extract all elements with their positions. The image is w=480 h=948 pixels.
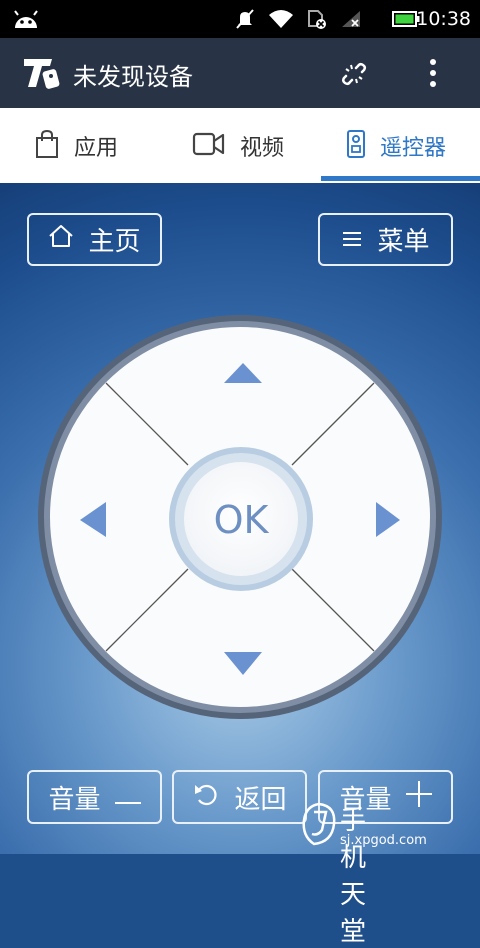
tab-video[interactable]: 视频 [192, 108, 284, 183]
remote-icon [346, 129, 366, 163]
video-camera-icon [192, 131, 226, 161]
tab-remote[interactable]: 遥控器 [346, 108, 446, 183]
silent-icon [234, 8, 256, 34]
status-time: 10:38 [416, 8, 471, 30]
menu-button[interactable]: 菜单 [318, 213, 453, 266]
dpad: OK [44, 321, 436, 713]
overflow-menu-icon[interactable] [428, 58, 438, 92]
home-button[interactable]: 主页 [27, 213, 162, 266]
volume-down-button[interactable]: 音量 [27, 770, 162, 824]
status-bar: 10:38 [0, 0, 480, 38]
back-label: 返回 [234, 784, 287, 815]
plus-icon [405, 780, 432, 814]
android-icon [12, 9, 40, 33]
app-logo-icon [22, 56, 64, 94]
sim-error-icon [306, 8, 328, 34]
minus-icon [114, 782, 141, 812]
tab-video-label: 视频 [240, 135, 285, 161]
tab-remote-label: 遥控器 [380, 135, 447, 161]
active-tab-indicator [321, 176, 480, 181]
back-button[interactable]: 返回 [172, 770, 307, 824]
tab-apps[interactable]: 应用 [34, 108, 118, 183]
unlink-icon[interactable] [341, 62, 367, 90]
tab-apps-label: 应用 [74, 135, 119, 161]
home-label: 主页 [88, 227, 141, 257]
action-bar: 未发现设备 [0, 38, 480, 108]
watermark-logo-icon [300, 802, 338, 850]
wifi-icon [268, 9, 294, 33]
tab-bar: 应用 视频 遥控器 [0, 108, 480, 183]
menu-icon [341, 225, 363, 255]
menu-label: 菜单 [377, 227, 430, 257]
back-icon [192, 781, 220, 814]
bag-icon [34, 129, 60, 163]
signal-icon [340, 9, 362, 33]
ok-label: OK [214, 498, 270, 542]
watermark-text: 手机天堂 [340, 806, 368, 947]
watermark-url: sj.xpgod.com [340, 833, 427, 848]
page-title: 未发现设备 [73, 63, 193, 91]
home-icon [48, 224, 74, 255]
volume-down-label: 音量 [48, 784, 101, 815]
volume-up-button[interactable]: 音量 [318, 770, 453, 824]
